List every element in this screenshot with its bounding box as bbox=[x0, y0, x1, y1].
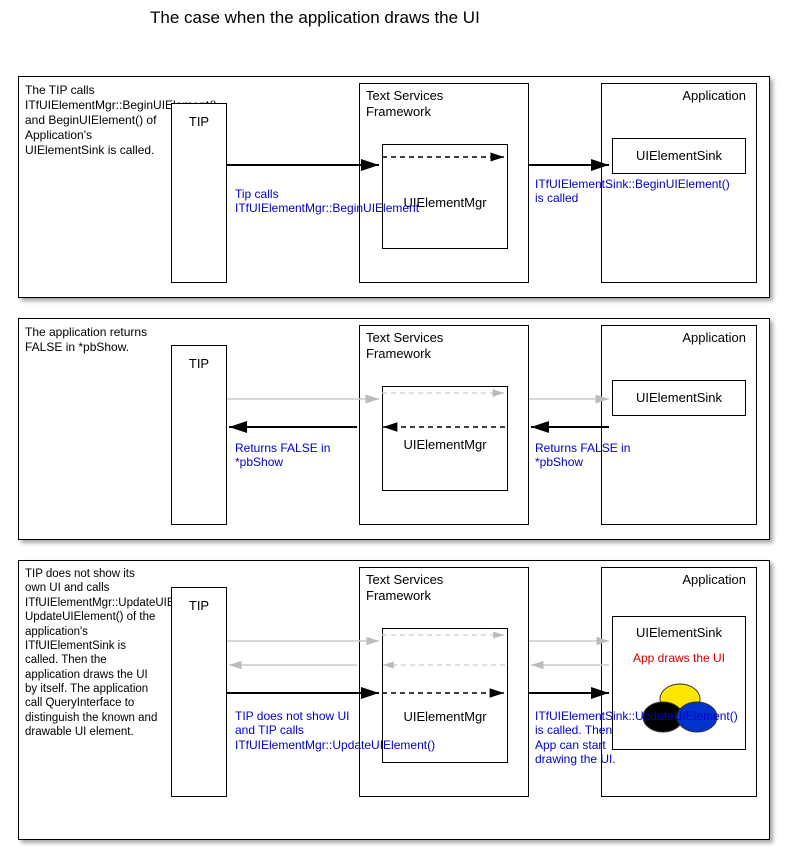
tsf-box: Text Services Framework UIElementMgr bbox=[359, 83, 529, 283]
diagram-page: The case when the application draws the … bbox=[0, 0, 790, 861]
tip-label-2: TIP bbox=[172, 356, 226, 371]
app-label-3: Application bbox=[682, 572, 746, 588]
sink-label: UIElementSink bbox=[613, 148, 745, 163]
panel-2: The application returns FALSE in *pbShow… bbox=[18, 318, 770, 540]
uimgr-box-2: UIElementMgr bbox=[382, 386, 508, 491]
panel-3-caption-right: ITfUIElementSink::UpdateUIElement() is c… bbox=[535, 709, 625, 767]
tip-box-2: TIP bbox=[171, 345, 227, 525]
app-box-2: Application UIElementSink bbox=[601, 325, 757, 525]
panel-1: The TIP calls ITfUIElementMgr::BeginUIEl… bbox=[18, 76, 770, 298]
uimgr-label-3: UIElementMgr bbox=[383, 709, 507, 724]
panel-3-desc: TIP does not show its own UI and calls I… bbox=[25, 567, 159, 740]
app-label-2: Application bbox=[682, 330, 746, 346]
panel-3: TIP does not show its own UI and calls I… bbox=[18, 560, 770, 840]
tsf-label-3: Text Services Framework bbox=[366, 572, 443, 603]
panel-3-caption-left: TIP does not show UI and TIP calls ITfUI… bbox=[235, 709, 353, 752]
sink-box: UIElementSink bbox=[612, 138, 746, 174]
panel-1-caption-left: Tip calls ITfUIElementMgr::BeginUIElemen… bbox=[235, 187, 345, 216]
tip-label: TIP bbox=[172, 114, 226, 129]
tsf-box-2: Text Services Framework UIElementMgr bbox=[359, 325, 529, 525]
page-title: The case when the application draws the … bbox=[150, 8, 480, 28]
uimgr-box: UIElementMgr bbox=[382, 144, 508, 249]
panel-2-desc: The application returns FALSE in *pbShow… bbox=[25, 325, 165, 355]
sink-label-2: UIElementSink bbox=[613, 390, 745, 405]
panel-2-caption-right: Returns FALSE in *pbShow bbox=[535, 441, 645, 470]
tsf-label-2: Text Services Framework bbox=[366, 330, 443, 361]
panel-1-desc: The TIP calls ITfUIElementMgr::BeginUIEl… bbox=[25, 83, 165, 158]
tsf-box-3: Text Services Framework UIElementMgr bbox=[359, 567, 529, 797]
app-draws-graphic bbox=[613, 617, 747, 751]
tip-label-3: TIP bbox=[172, 598, 226, 613]
tsf-label: Text Services Framework bbox=[366, 88, 443, 119]
sink-box-3: UIElementSink App draws the UI bbox=[612, 616, 746, 750]
sink-box-2: UIElementSink bbox=[612, 380, 746, 416]
panel-2-caption-left: Returns FALSE in *pbShow bbox=[235, 441, 355, 470]
panel-1-caption-right: ITfUIElementSink::BeginUIElement() is ca… bbox=[535, 177, 623, 206]
tip-box-3: TIP bbox=[171, 587, 227, 797]
uimgr-label-2: UIElementMgr bbox=[383, 437, 507, 452]
app-label: Application bbox=[682, 88, 746, 104]
tip-box: TIP bbox=[171, 103, 227, 283]
